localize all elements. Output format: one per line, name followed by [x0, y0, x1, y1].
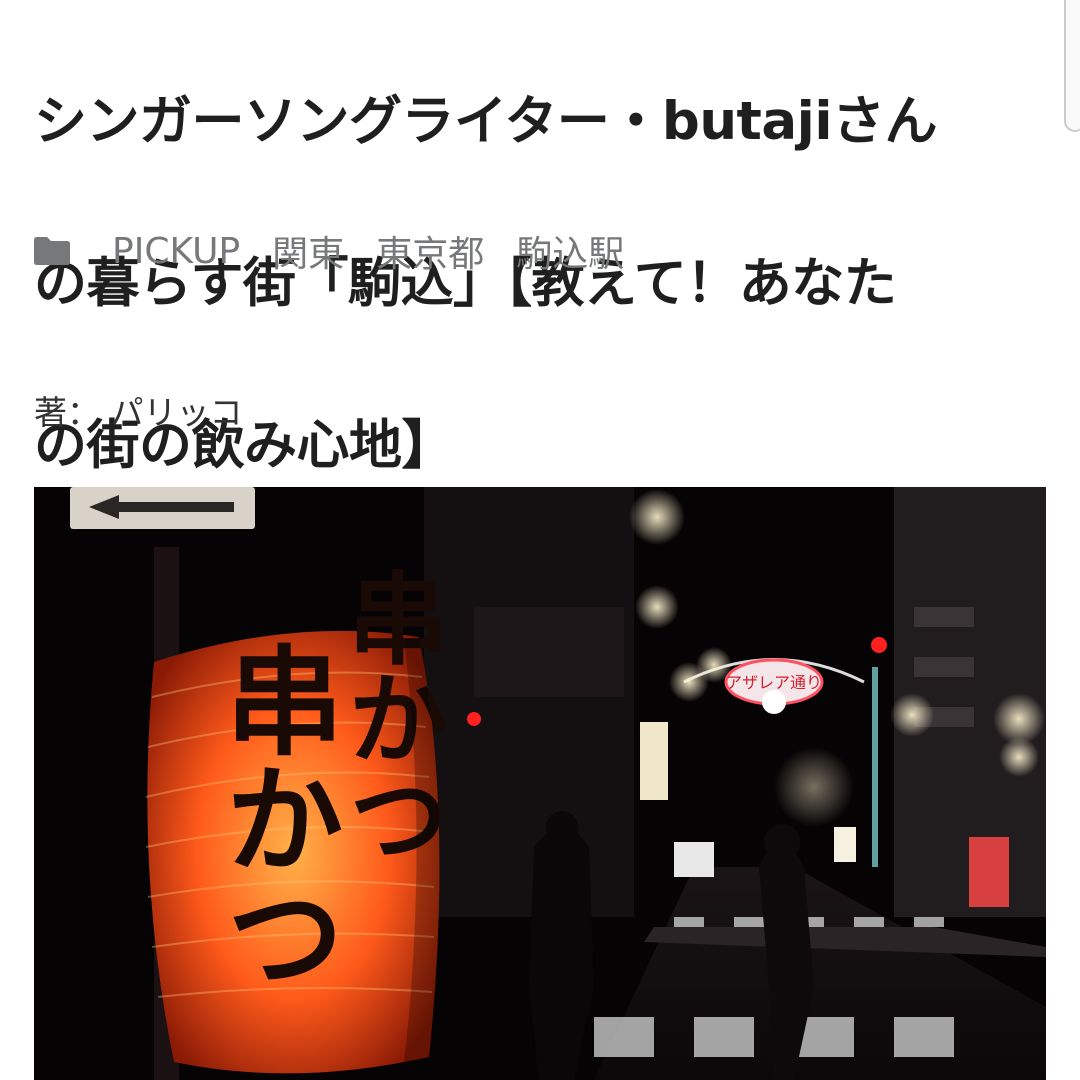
category-kanto[interactable]: 関東	[272, 225, 344, 277]
category-komagome-station[interactable]: 駒込駅	[516, 225, 624, 277]
article-title: シンガーソングライター・butajiさん の暮らす街「駒込」【教えて！あなた の…	[34, 0, 1054, 567]
category-list: PICKUP 関東 東京都 駒込駅	[34, 225, 624, 277]
category-tokyo[interactable]: 東京都	[376, 225, 484, 277]
page-scrollbar[interactable]	[1064, 0, 1080, 132]
category-pickup[interactable]: PICKUP	[112, 231, 240, 272]
article-hero-image: アザレア通り 串かつ 串かつ	[34, 487, 1046, 1080]
author-byline: 著： パリッコ	[34, 393, 243, 432]
lantern-text-left: 串かつ	[205, 640, 343, 994]
title-line-1: シンガーソングライター・butajiさん	[34, 91, 937, 152]
folder-icon	[34, 237, 70, 265]
arch-sign-text: アザレア通り	[726, 673, 822, 692]
